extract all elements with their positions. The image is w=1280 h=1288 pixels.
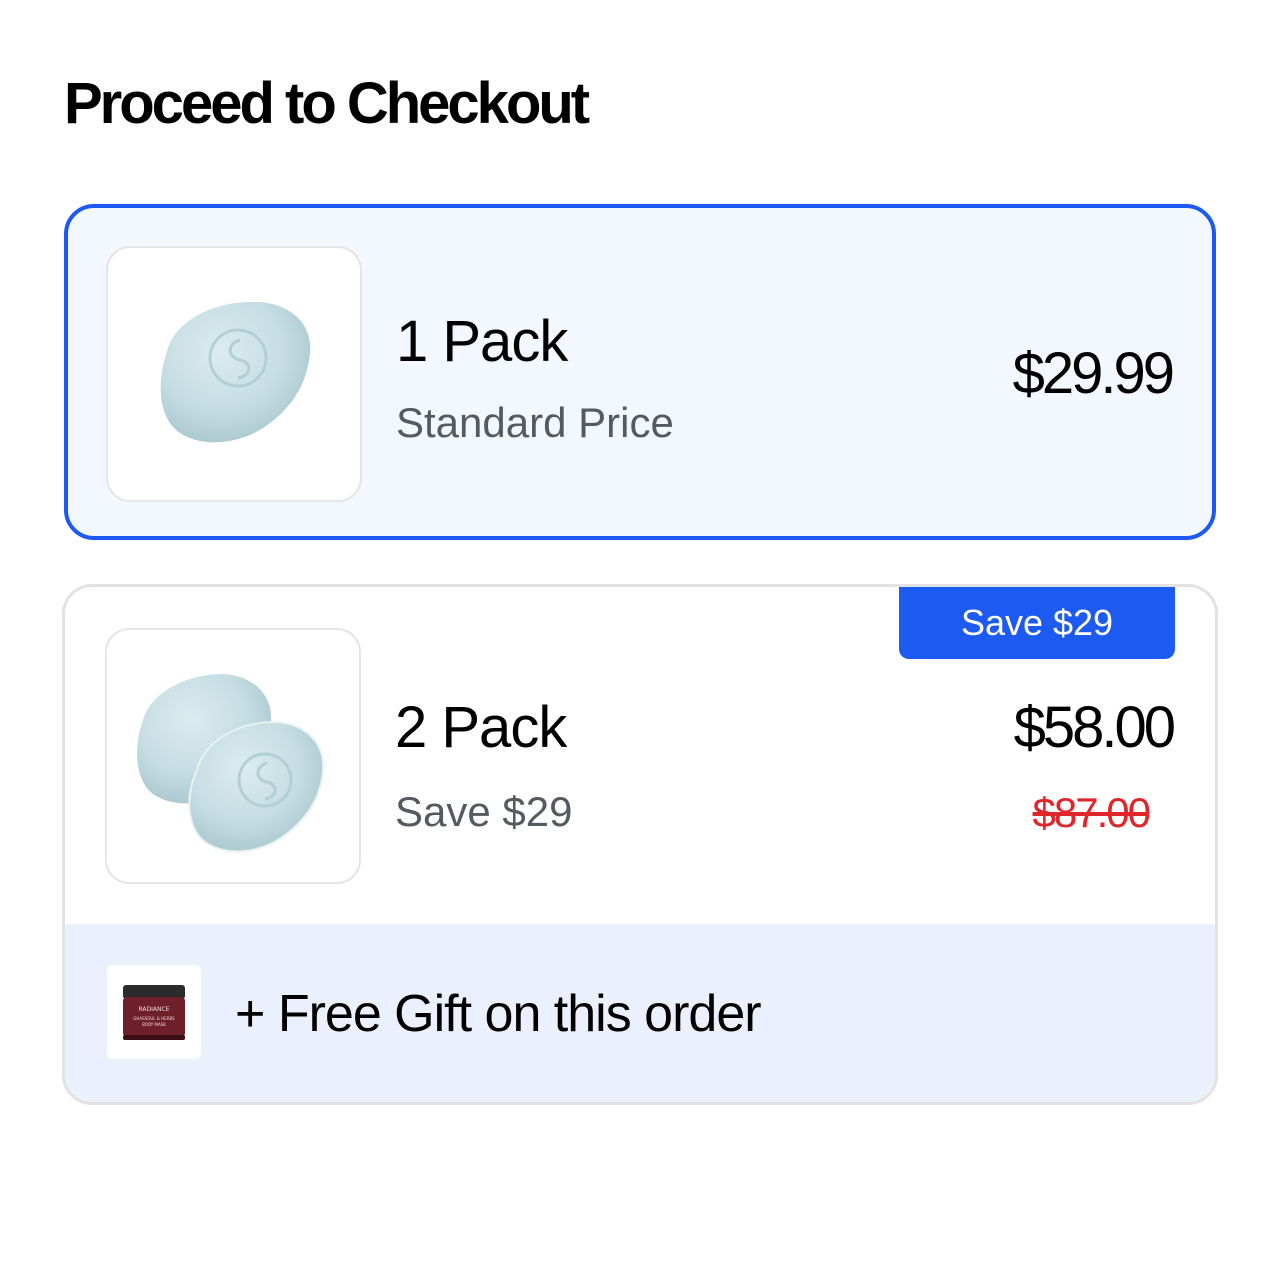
pack-name: 1 Pack [396,309,568,374]
page-title: Proceed to Checkout [64,71,590,136]
free-gift-bar: RADIANCE GHASSOUL & HERBS BODY MASK + Fr… [65,924,1215,1102]
soap-bar-icon [160,301,311,443]
pack-price: $58.00 [1013,695,1176,760]
product-thumbnail [105,628,361,884]
svg-text:RADIANCE: RADIANCE [139,1006,170,1013]
body-mask-jar-icon: RADIANCE GHASSOUL & HERBS BODY MASK [123,985,185,1040]
pack-subtitle: Save $29 [395,788,573,835]
svg-text:GHASSOUL & HERBS: GHASSOUL & HERBS [133,1016,175,1021]
product-thumbnail [106,246,362,502]
pack-price: $29.99 [1012,341,1175,406]
pack-name: 2 Pack [395,695,567,760]
pack-option-1[interactable]: 1 Pack Standard Price $29.99 [64,204,1216,540]
pack-subtitle: Standard Price [396,399,674,446]
svg-text:BODY MASK: BODY MASK [142,1022,166,1027]
free-gift-label: + Free Gift on this order [235,985,762,1043]
save-badge: Save $29 [899,587,1175,659]
soap-bars-pair-icon [137,674,325,853]
gift-thumbnail: RADIANCE GHASSOUL & HERBS BODY MASK [107,965,201,1059]
original-price: $87.00 [1032,789,1151,836]
pack-option-2[interactable]: Save $29 2 Pack Save $29 $58.00 $87.00 R… [62,584,1218,1105]
